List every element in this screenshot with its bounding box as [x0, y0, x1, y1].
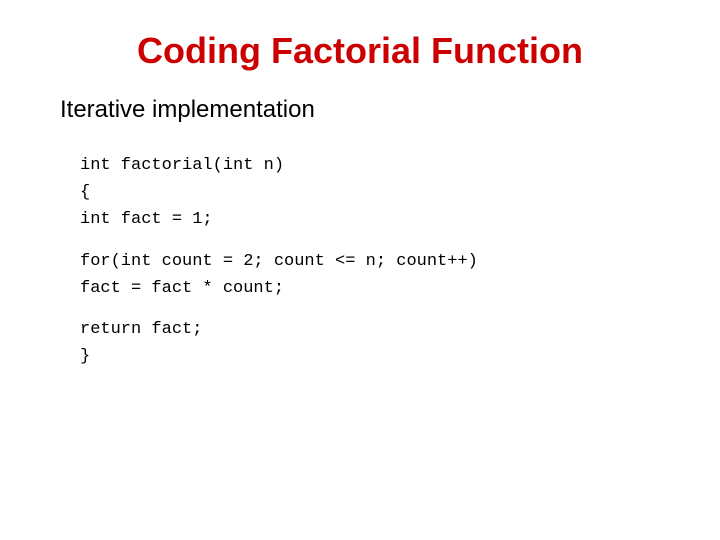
code-text: }	[80, 347, 90, 366]
code-line-5: fact = fact * count;	[80, 275, 478, 302]
code-gap-2	[80, 302, 478, 316]
code-text: {	[80, 183, 90, 202]
code-line-1: int factorial(int n)	[80, 152, 478, 179]
code-text: return fact;	[80, 320, 202, 339]
code-line-3: int fact = 1;	[80, 206, 478, 233]
code-text: fact = fact * count;	[80, 279, 284, 298]
code-text: for(int count = 2; count <= n; count++)	[80, 252, 478, 271]
code-line-7: }	[80, 343, 478, 370]
code-text: int factorial(int n)	[80, 156, 284, 175]
code-line-4: for(int count = 2; count <= n; count++)	[80, 248, 478, 275]
code-block: int factorial(int n) { int fact = 1; for…	[80, 152, 478, 370]
code-line-6: return fact;	[80, 316, 478, 343]
code-line-2: {	[80, 179, 478, 206]
code-text: int fact = 1;	[80, 210, 213, 229]
code-gap-1	[80, 234, 478, 248]
page-title: Coding Factorial Function	[60, 30, 660, 72]
section-subtitle: Iterative implementation	[60, 96, 315, 124]
